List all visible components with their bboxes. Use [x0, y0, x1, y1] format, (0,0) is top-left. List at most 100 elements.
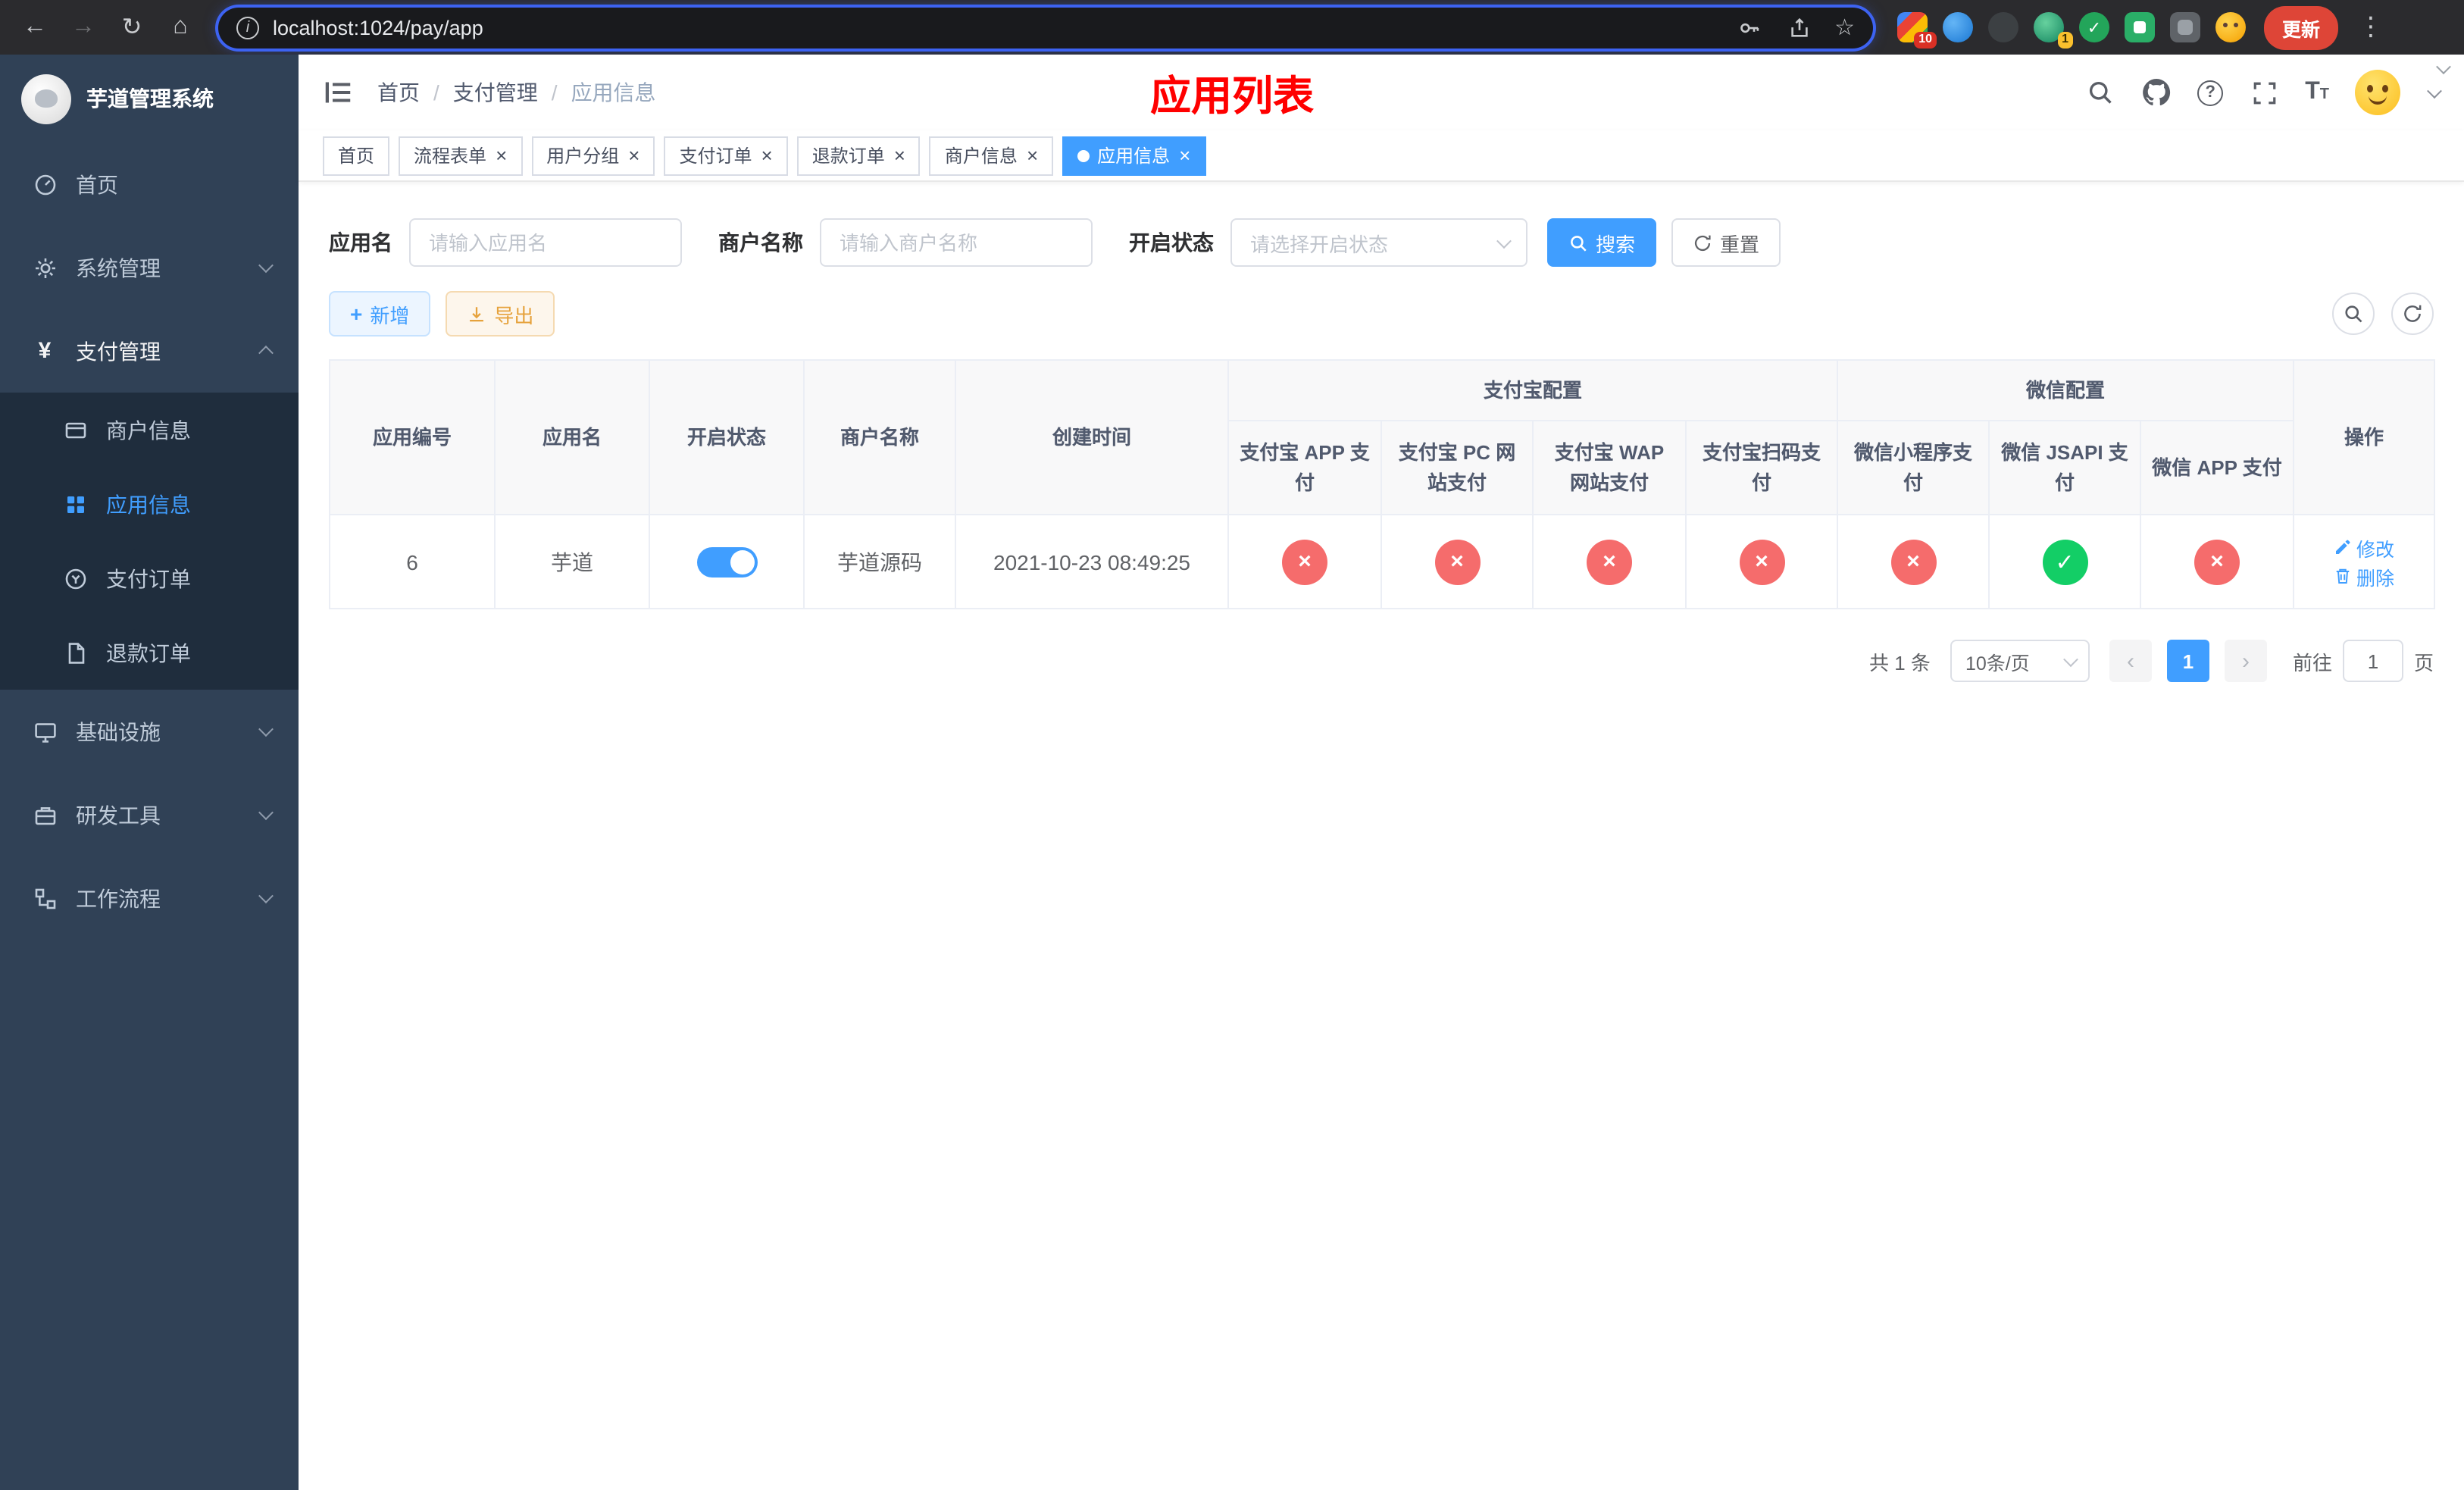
password-key-icon[interactable]: [1734, 12, 1765, 42]
wechat-jsapi-status-icon: ✓: [2042, 539, 2088, 584]
font-size-icon[interactable]: TT: [2305, 79, 2329, 106]
forward-icon[interactable]: →: [61, 5, 106, 50]
alipay-app-status-icon: ×: [1282, 539, 1327, 584]
sidebar-item-merchant-info[interactable]: 商户信息: [0, 393, 299, 467]
home-icon[interactable]: ⌂: [158, 5, 203, 50]
app-name-label: 应用名: [329, 230, 392, 255]
enabled-toggle[interactable]: [696, 546, 757, 577]
tab-app-info[interactable]: 应用信息: [1062, 136, 1206, 175]
sidebar-item-app-info[interactable]: 应用信息: [0, 467, 299, 541]
extension-icon-chat[interactable]: [2125, 12, 2155, 42]
sidebar-item-dev-tools[interactable]: 研发工具: [0, 773, 299, 856]
profile-avatar-icon[interactable]: [2215, 12, 2246, 42]
fullscreen-icon[interactable]: [2249, 77, 2279, 108]
tab-merchant-info[interactable]: 商户信息: [929, 136, 1054, 175]
sidebar: 芋道管理系统 首页 系统管理 ¥ 支付管理 商户信息 应用信息 支付订单 退款订…: [0, 55, 299, 1490]
extension-icon-avatar[interactable]: 1: [2034, 12, 2073, 49]
goto-unit: 页: [2413, 651, 2434, 674]
help-icon[interactable]: ?: [2197, 80, 2224, 105]
sidebar-item-pay-order[interactable]: 支付订单: [0, 541, 299, 615]
user-avatar[interactable]: [2355, 70, 2400, 115]
close-icon[interactable]: [761, 146, 773, 165]
close-icon[interactable]: [894, 146, 905, 165]
reset-button[interactable]: 重置: [1671, 218, 1781, 267]
add-button[interactable]: + 新增: [329, 291, 431, 337]
breadcrumb-payment[interactable]: 支付管理: [453, 77, 538, 108]
tab-pay-order[interactable]: 支付订单: [664, 136, 788, 175]
cell-created-at: 2021-10-23 08:49:25: [955, 514, 1229, 609]
sidebar-toggle-icon[interactable]: [323, 77, 355, 108]
close-icon[interactable]: [1027, 146, 1038, 165]
sidebar-item-refund-order[interactable]: 退款订单: [0, 615, 299, 690]
close-icon[interactable]: [628, 146, 639, 165]
goto-page-input[interactable]: [2342, 640, 2403, 682]
avatar-chevron-icon[interactable]: [2427, 83, 2442, 99]
tab-refund-order[interactable]: 退款订单: [796, 136, 921, 175]
sidebar-item-workflow[interactable]: 工作流程: [0, 856, 299, 940]
delete-button[interactable]: 删除: [2334, 562, 2394, 590]
app-logo[interactable]: 芋道管理系统: [0, 55, 299, 142]
extension-icon-dark[interactable]: [1988, 12, 2018, 42]
close-icon[interactable]: [496, 146, 507, 165]
coin-icon: [62, 565, 88, 591]
search-icon[interactable]: [2085, 77, 2115, 108]
merchant-name-label: 商户名称: [718, 230, 803, 255]
tab-home[interactable]: 首页: [323, 136, 390, 175]
group-header-alipay: 支付宝配置: [1227, 359, 1839, 421]
sidebar-menu: 首页 系统管理 ¥ 支付管理 商户信息 应用信息 支付订单 退款订单 基础设施 …: [0, 142, 299, 940]
merchant-name-input[interactable]: [820, 218, 1093, 267]
breadcrumb-home[interactable]: 首页: [377, 77, 420, 108]
extension-icon-drop[interactable]: [1943, 12, 1973, 42]
prev-page-button[interactable]: ‹: [2109, 640, 2152, 682]
site-info-icon[interactable]: i: [236, 16, 259, 39]
close-icon[interactable]: [1179, 146, 1190, 165]
bookmark-star-icon[interactable]: ☆: [1834, 16, 1855, 39]
url-text[interactable]: localhost:1024/pay/app: [273, 16, 1721, 39]
wechat-mini-status-icon: ×: [1890, 539, 1937, 584]
export-button[interactable]: 导出: [446, 291, 555, 337]
app-name-input[interactable]: [409, 218, 682, 267]
gear-icon: [32, 255, 58, 280]
cell-merchant: 芋道源码: [803, 514, 956, 609]
address-bar[interactable]: i localhost:1024/pay/app ☆: [218, 7, 1873, 48]
sidebar-item-payment[interactable]: ¥ 支付管理: [0, 309, 299, 393]
column-header-name: 应用名: [494, 359, 650, 515]
page-number-1[interactable]: 1: [2166, 640, 2209, 682]
page-title: 应用列表: [1150, 74, 1314, 119]
payment-submenu: 商户信息 应用信息 支付订单 退款订单: [0, 393, 299, 690]
workflow-icon: [32, 885, 58, 911]
extensions-puzzle-icon[interactable]: [2170, 12, 2200, 42]
app-title: 芋道管理系统: [86, 86, 214, 111]
browser-update-button[interactable]: 更新: [2264, 5, 2339, 49]
top-navbar: 首页 / 支付管理 / 应用信息 应用列表 ? T T: [299, 55, 2464, 130]
share-icon[interactable]: [1784, 12, 1815, 42]
sidebar-item-home[interactable]: 首页: [0, 142, 299, 226]
status-select[interactable]: 请选择开启状态: [1230, 218, 1527, 267]
page-size-select[interactable]: 10条/页: [1950, 640, 2090, 682]
next-page-button[interactable]: ›: [2224, 640, 2267, 682]
alipay-pc-status-icon: ×: [1434, 539, 1480, 584]
extension-icon-check[interactable]: ✓: [2079, 12, 2109, 42]
browser-menu-icon[interactable]: ⋮: [2347, 12, 2394, 42]
extension-icon-puzzle[interactable]: 10: [1897, 12, 1937, 49]
chevron-down-icon: [258, 805, 274, 821]
refresh-button[interactable]: [2391, 293, 2434, 335]
sidebar-item-system[interactable]: 系统管理: [0, 226, 299, 309]
github-icon[interactable]: [2141, 77, 2172, 108]
column-header-merchant: 商户名称: [803, 359, 956, 515]
column-header-status: 开启状态: [649, 359, 805, 515]
column-header-wx-app: 微信 APP 支付: [2140, 420, 2295, 515]
search-button[interactable]: 搜索: [1547, 218, 1657, 267]
tab-process-form[interactable]: 流程表单: [399, 136, 523, 175]
table-toolbar: + 新增 导出: [329, 291, 2434, 337]
cell-app-id: 6: [329, 514, 496, 609]
reload-icon[interactable]: ↻: [109, 5, 155, 50]
back-icon[interactable]: ←: [12, 5, 58, 50]
logo-avatar-image: [21, 74, 71, 124]
tab-user-group[interactable]: 用户分组: [531, 136, 655, 175]
chevron-down-icon: [258, 888, 274, 904]
show-search-button[interactable]: [2332, 293, 2375, 335]
edit-button[interactable]: 修改: [2334, 533, 2394, 562]
alipay-wap-status-icon: ×: [1587, 539, 1632, 584]
sidebar-item-infrastructure[interactable]: 基础设施: [0, 690, 299, 773]
